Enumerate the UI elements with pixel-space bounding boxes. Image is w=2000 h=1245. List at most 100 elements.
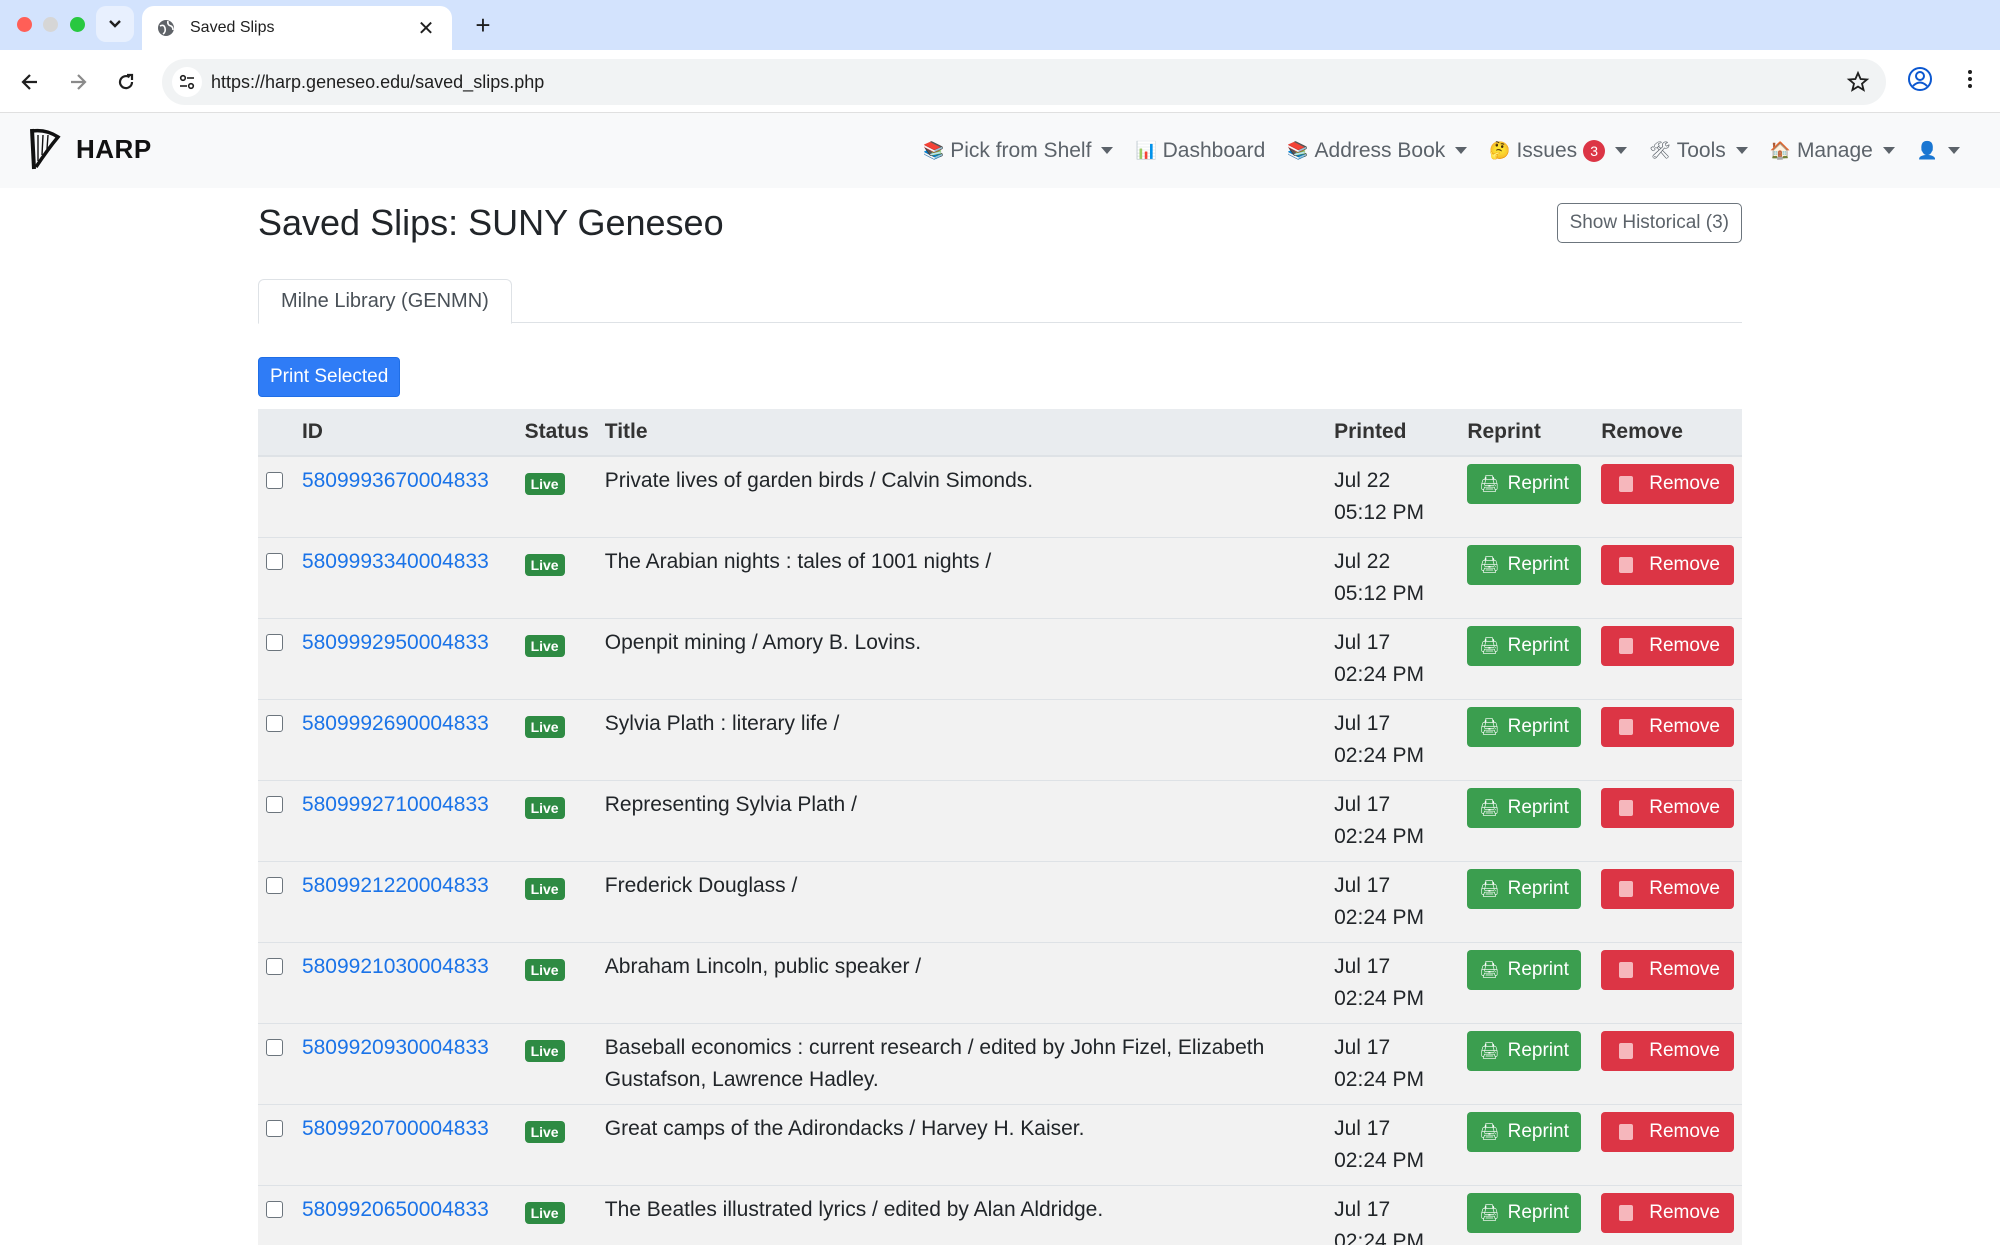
harp-logo-icon (30, 128, 61, 170)
nav-issues[interactable]: 🤔 Issues 3 (1489, 139, 1628, 163)
id-cell: 5809993670004833 (293, 456, 517, 538)
remove-button[interactable]: Remove (1601, 950, 1734, 990)
nav-dashboard[interactable]: 📊 Dashboard (1135, 139, 1265, 163)
printer-icon: 🖨 (1479, 800, 1500, 817)
slip-id-link[interactable]: 5809993670004833 (302, 469, 489, 492)
row-checkbox[interactable] (266, 958, 283, 975)
minimize-window-button[interactable] (43, 17, 58, 32)
reload-button[interactable] (110, 66, 142, 98)
remove-button[interactable]: Remove (1601, 1112, 1734, 1152)
row-checkbox[interactable] (266, 472, 283, 489)
app-navbar: HARP 📚 Pick from Shelf 📊 Dashboard 📚 Add… (0, 113, 2000, 188)
reprint-button[interactable]: 🖨 Reprint (1467, 1112, 1581, 1152)
printer-icon: 🖨 (1479, 881, 1500, 898)
table-header-row: ID Status Title Printed Reprint Remove (258, 409, 1742, 457)
reprint-button[interactable]: 🖨 Reprint (1467, 707, 1581, 747)
forward-button[interactable] (62, 66, 94, 98)
table-body: 5809993670004833 Live Private lives of g… (258, 456, 1742, 1245)
tab-search-button[interactable] (96, 6, 134, 42)
chart-icon: 📊 (1135, 140, 1157, 160)
slip-id-link[interactable]: 5809920650004833 (302, 1198, 489, 1221)
profile-icon[interactable] (1906, 65, 1934, 93)
row-checkbox[interactable] (266, 1039, 283, 1056)
title-cell: Frederick Douglass / (596, 861, 1327, 943)
reprint-button[interactable]: 🖨 Reprint (1467, 950, 1581, 990)
slip-id-link[interactable]: 5809992710004833 (302, 793, 489, 816)
kebab-menu-icon[interactable] (1958, 67, 1982, 91)
close-tab-icon[interactable]: ✕ (414, 16, 438, 41)
slip-id-link[interactable]: 5809992690004833 (302, 712, 489, 735)
remove-button[interactable]: Remove (1601, 1031, 1734, 1071)
status-cell: Live (516, 618, 597, 700)
reprint-cell: 🖨 Reprint (1459, 456, 1594, 538)
reprint-button[interactable]: 🖨 Reprint (1467, 464, 1581, 504)
slip-id-link[interactable]: 5809920930004833 (302, 1036, 489, 1059)
slip-id-link[interactable]: 5809993340004833 (302, 550, 489, 573)
printed-date: Jul 17 (1334, 955, 1391, 978)
browser-tab[interactable]: Saved Slips ✕ (142, 6, 452, 50)
status-badge: Live (524, 473, 565, 495)
reprint-button[interactable]: 🖨 Reprint (1467, 1193, 1581, 1233)
show-historical-button[interactable]: Show Historical (3) (1556, 203, 1742, 243)
remove-button[interactable]: Remove (1601, 869, 1734, 909)
reprint-button[interactable]: 🖨 Reprint (1467, 869, 1581, 909)
row-checkbox[interactable] (266, 1201, 283, 1218)
reprint-button[interactable]: 🖨 Reprint (1467, 545, 1581, 585)
remove-label: Remove (1649, 473, 1720, 494)
slip-id-link[interactable]: 5809921220004833 (302, 874, 489, 897)
nav-manage[interactable]: 🏠 Manage (1770, 139, 1895, 163)
printed-header: Printed (1326, 409, 1460, 457)
row-checkbox[interactable] (266, 715, 283, 732)
address-bar[interactable]: https://harp.geneseo.edu/saved_slips.php (162, 59, 1886, 105)
printed-cell: Jul 17 02:24 PM (1326, 780, 1460, 862)
remove-button[interactable]: Remove (1601, 545, 1734, 585)
nav-address-book[interactable]: 📚 Address Book (1287, 139, 1468, 163)
remove-button[interactable]: Remove (1601, 1193, 1734, 1233)
printed-time: 02:24 PM (1334, 1149, 1425, 1172)
tab-milne-library[interactable]: Milne Library (GENMN) (258, 279, 512, 324)
reprint-button[interactable]: 🖨 Reprint (1467, 626, 1581, 666)
row-checkbox[interactable] (266, 796, 283, 813)
remove-button[interactable]: Remove (1601, 626, 1734, 666)
remove-label: Remove (1649, 1202, 1720, 1223)
remove-button[interactable]: Remove (1601, 707, 1734, 747)
slip-id-link[interactable]: 5809992950004833 (302, 631, 489, 654)
bookmark-star-icon[interactable] (1846, 70, 1870, 94)
row-checkbox[interactable] (266, 634, 283, 651)
id-header: ID (293, 409, 517, 457)
row-checkbox[interactable] (266, 553, 283, 570)
slip-id-link[interactable]: 5809920700004833 (302, 1117, 489, 1140)
remove-button[interactable]: Remove (1601, 464, 1734, 504)
reprint-label: Reprint (1507, 797, 1569, 818)
reprint-button[interactable]: 🖨 Reprint (1467, 788, 1581, 828)
select-header (258, 409, 294, 457)
id-cell: 5809921030004833 (293, 942, 517, 1024)
reprint-button[interactable]: 🖨 Reprint (1467, 1031, 1581, 1071)
brand-link[interactable]: HARP (28, 127, 152, 171)
url-text[interactable]: https://harp.geneseo.edu/saved_slips.php (211, 72, 544, 93)
nav-label: Tools (1676, 138, 1726, 162)
table-row: 5809992690004833 Live Sylvia Plath : lit… (258, 699, 1742, 781)
caret-down-icon (1455, 147, 1468, 154)
printed-cell: Jul 17 02:24 PM (1326, 942, 1460, 1024)
caret-down-icon (1735, 147, 1748, 154)
table-row: 5809992950004833 Live Openpit mining / A… (258, 618, 1742, 700)
nav-tools[interactable]: 🛠 Tools (1649, 139, 1748, 163)
print-selected-button[interactable]: Print Selected (258, 357, 401, 397)
row-checkbox[interactable] (266, 877, 283, 894)
back-button[interactable] (14, 66, 46, 98)
printed-cell: Jul 17 02:24 PM (1326, 1104, 1460, 1186)
slip-id-link[interactable]: 5809921030004833 (302, 955, 489, 978)
row-checkbox[interactable] (266, 1120, 283, 1137)
close-window-button[interactable] (17, 17, 32, 32)
remove-button[interactable]: Remove (1601, 788, 1734, 828)
trash-icon (1619, 962, 1634, 978)
nav-pick-from-shelf[interactable]: 📚 Pick from Shelf (923, 139, 1114, 163)
new-tab-button[interactable]: + (468, 10, 498, 40)
site-info-button[interactable] (172, 67, 202, 97)
remove-label: Remove (1649, 635, 1720, 656)
nav-user-menu[interactable]: 👤 (1917, 141, 1960, 161)
printed-time: 02:24 PM (1334, 1230, 1425, 1245)
maximize-window-button[interactable] (70, 17, 85, 32)
table-row: 5809921030004833 Live Abraham Lincoln, p… (258, 942, 1742, 1024)
